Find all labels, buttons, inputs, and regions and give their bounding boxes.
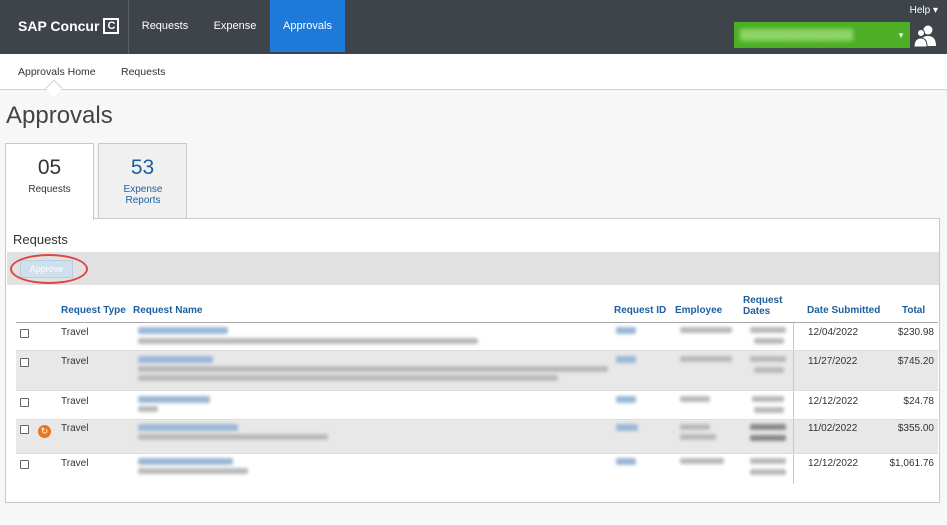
employee-cell [680,458,724,464]
request-name-link[interactable] [138,424,238,431]
tab-requests-count: 05 [37,156,62,179]
request-dates-cell [752,396,784,402]
subnav-approvals-home[interactable]: Approvals Home [18,66,96,78]
request-name-detail [138,375,558,381]
employee-cell [680,424,710,430]
date-submitted-cell: 12/12/2022 [808,396,859,407]
request-id-link[interactable] [616,356,636,363]
table-row[interactable]: Travel 12/12/2022 $1,061.76 [16,454,938,484]
header-total[interactable]: Total [902,305,925,316]
header-request-name[interactable]: Request Name [133,305,202,316]
tab-expense-reports-label: Expense Reports [123,184,163,206]
logo-text: SAP Concur [18,18,100,34]
table-row[interactable]: Travel 12/12/2022 $24.78 [16,391,938,420]
request-type-cell: Travel [61,396,89,407]
subnav-requests[interactable]: Requests [121,66,165,78]
tab-expense-reports[interactable]: 53 Expense Reports [98,143,187,219]
total-cell: $355.00 [897,423,934,434]
column-divider [793,351,794,390]
total-cell: $745.20 [897,356,934,367]
table-row[interactable]: Travel 11/27/2022 $745.20 [16,351,938,391]
header-employee[interactable]: Employee [675,305,722,316]
returned-status-icon[interactable]: ↻ [38,425,51,438]
employee-cell [680,434,716,440]
request-name-link[interactable] [138,356,213,363]
request-name-link[interactable] [138,458,233,465]
request-name-link[interactable] [138,327,228,334]
request-name-detail [138,406,158,412]
request-id-link[interactable] [616,424,638,431]
row-checkbox[interactable] [20,460,29,469]
highlight-ring [10,254,88,284]
page-title: Approvals [6,102,113,129]
tab-requests-label: Requests [28,184,71,195]
request-dates-cell [754,338,784,344]
help-menu[interactable]: Help ▾ [910,5,938,16]
date-submitted-cell: 12/04/2022 [808,327,859,338]
user-avatar-icon[interactable] [912,22,938,48]
request-dates-cell [750,469,786,475]
requests-panel: Requests Approve Request Type Request Na… [5,218,940,503]
table-row[interactable]: ↻ Travel 11/02/2022 $355.00 [16,420,938,454]
date-submitted-cell: 11/02/2022 [808,423,858,434]
nav-divider [128,0,129,54]
row-checkbox[interactable] [20,358,29,367]
employee-cell [680,396,710,402]
date-submitted-cell: 12/12/2022 [808,458,859,469]
request-dates-cell [754,367,784,373]
tab-expense-reports-count: 53 [130,156,155,179]
request-name-detail [138,468,248,474]
request-dates-cell [750,435,786,441]
header-date-submitted[interactable]: Date Submitted [807,305,880,316]
request-id-link[interactable] [616,327,636,334]
request-dates-cell [750,424,786,430]
tab-requests[interactable]: 05 Requests [5,143,94,220]
date-submitted-cell: 11/27/2022 [808,356,858,367]
request-dates-cell [750,327,786,333]
row-checkbox[interactable] [20,398,29,407]
request-type-cell: Travel [61,356,89,367]
nav-approvals[interactable]: Approvals [270,0,345,52]
user-name-redacted: ████████████████ [740,29,854,41]
employee-cell [680,356,732,362]
column-divider [793,420,794,453]
request-dates-cell [750,356,786,362]
header-request-id[interactable]: Request ID [614,305,666,316]
column-divider [793,454,794,484]
top-nav-bar: SAP Concur C Requests Expense Approvals … [0,0,947,54]
panel-title: Requests [13,232,68,247]
row-checkbox[interactable] [20,329,29,338]
chevron-down-icon[interactable]: ▾ [892,30,910,41]
request-dates-cell [754,407,784,413]
request-name-link[interactable] [138,396,210,403]
panel-toolbar: Approve [7,252,939,285]
request-name-detail [138,338,478,344]
total-cell: $24.78 [903,396,934,407]
row-checkbox[interactable] [20,425,29,434]
request-dates-cell [750,458,786,464]
column-divider [793,323,794,350]
sap-concur-logo[interactable]: SAP Concur C [18,18,120,34]
request-id-link[interactable] [616,458,636,465]
total-cell: $230.98 [897,327,934,338]
table-row[interactable]: Travel 12/04/2022 $230.98 [16,323,938,351]
total-cell: $1,061.76 [889,458,935,469]
request-type-cell: Travel [61,423,89,434]
nav-expense[interactable]: Expense [202,0,268,52]
header-request-dates[interactable]: Request Dates [743,295,787,317]
request-name-detail [138,434,328,440]
request-type-cell: Travel [61,327,89,338]
request-type-cell: Travel [61,458,89,469]
logo-mark-icon: C [103,18,120,34]
request-name-detail [138,366,608,372]
header-request-type[interactable]: Request Type [61,305,126,316]
user-profile-menu[interactable]: ████████████████ ▾ [734,22,910,48]
request-id-link[interactable] [616,396,636,403]
employee-cell [680,327,732,333]
nav-requests[interactable]: Requests [130,0,200,52]
sub-nav-bar: Approvals Home Requests [0,54,947,90]
column-divider [793,391,794,419]
